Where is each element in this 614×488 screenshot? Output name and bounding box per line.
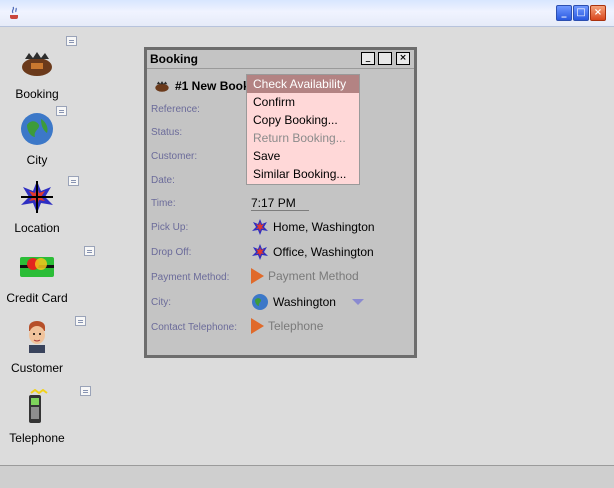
pickup-label: Pick Up: bbox=[151, 222, 189, 233]
booking-icon bbox=[22, 52, 52, 76]
payment-method-value: Payment Method bbox=[268, 269, 359, 283]
launcher-label: City bbox=[26, 153, 48, 167]
menu-item-return-booking: Return Booking... bbox=[253, 131, 346, 145]
menu-item-similar-booking[interactable]: Similar Booking... bbox=[247, 165, 359, 183]
location-icon bbox=[252, 244, 268, 260]
reference-label: Reference: bbox=[151, 104, 200, 115]
payment-method-field[interactable]: Payment Method bbox=[251, 268, 359, 284]
document-icon bbox=[80, 386, 91, 396]
document-icon bbox=[75, 316, 86, 326]
city-value: Washington bbox=[273, 295, 336, 309]
launcher-customer[interactable]: Customer bbox=[4, 319, 94, 375]
launcher-label: Credit Card bbox=[6, 291, 68, 305]
chevron-down-icon[interactable] bbox=[351, 299, 364, 305]
time-label: Time: bbox=[151, 198, 176, 209]
launcher-label: Booking bbox=[15, 87, 59, 101]
location-icon bbox=[252, 219, 268, 235]
launcher-location[interactable]: Location bbox=[4, 179, 94, 235]
maximize-button[interactable]: □ bbox=[573, 5, 589, 21]
minimize-button[interactable]: _ bbox=[556, 5, 572, 21]
document-icon bbox=[66, 36, 77, 46]
frame-minimize-button[interactable]: _ bbox=[361, 52, 375, 65]
window-titlebar[interactable]: _ □ × bbox=[0, 0, 614, 27]
close-button[interactable]: × bbox=[590, 5, 606, 21]
dropoff-label: Drop Off: bbox=[151, 247, 192, 258]
globe-icon bbox=[252, 294, 268, 310]
pickup-value: Home, Washington bbox=[273, 220, 375, 234]
pickup-field[interactable]: Home, Washington bbox=[251, 218, 375, 236]
city-field[interactable]: Washington bbox=[251, 293, 364, 311]
status-label: Status: bbox=[151, 127, 183, 138]
frame-close-button[interactable]: × bbox=[396, 52, 410, 65]
time-value: 7:17 PM bbox=[251, 196, 296, 210]
dropoff-field[interactable]: Office, Washington bbox=[251, 243, 374, 261]
contact-telephone-label: Contact Telephone: bbox=[151, 322, 237, 333]
booking-frame-titlebar[interactable]: Booking _ × bbox=[147, 50, 414, 69]
launcher-booking[interactable]: Booking bbox=[4, 45, 94, 101]
location-icon bbox=[21, 181, 53, 213]
telephone-icon bbox=[29, 389, 48, 423]
document-icon bbox=[68, 176, 79, 186]
booking-icon bbox=[155, 81, 169, 92]
date-label: Date: bbox=[151, 175, 175, 186]
launcher-city[interactable]: City bbox=[4, 111, 94, 167]
frame-maximize-button[interactable] bbox=[378, 52, 392, 65]
status-bar bbox=[0, 465, 614, 488]
launcher-label: Customer bbox=[10, 361, 63, 375]
menu-item-confirm[interactable]: Confirm bbox=[247, 93, 359, 111]
customer-icon bbox=[29, 321, 45, 353]
contact-telephone-value: Telephone bbox=[268, 319, 324, 333]
launcher-label: Location bbox=[14, 221, 60, 235]
launcher-label: Telephone bbox=[9, 431, 65, 445]
booking-popup-menu[interactable]: Check Availability Confirm Copy Booking.… bbox=[246, 74, 360, 185]
dropoff-value: Office, Washington bbox=[273, 245, 374, 259]
arrow-right-icon bbox=[251, 318, 264, 334]
contact-telephone-field[interactable]: Telephone bbox=[251, 318, 323, 334]
globe-icon bbox=[21, 113, 53, 145]
menu-item-check-availability[interactable]: Check Availability bbox=[247, 75, 359, 93]
menu-item-copy-booking[interactable]: Copy Booking... bbox=[247, 111, 359, 129]
city-label: City: bbox=[151, 297, 171, 308]
credit-card-icon bbox=[20, 257, 54, 277]
payment-method-label: Payment Method: bbox=[151, 272, 230, 283]
launcher-telephone[interactable]: Telephone bbox=[4, 389, 94, 445]
java-icon bbox=[10, 6, 18, 19]
booking-frame-title: Booking bbox=[150, 52, 198, 66]
customer-label: Customer: bbox=[151, 151, 198, 162]
arrow-right-icon bbox=[251, 268, 264, 284]
time-field[interactable]: 7:17 PM bbox=[251, 196, 309, 211]
menu-item-save[interactable]: Save bbox=[247, 147, 359, 165]
launcher-credit-card[interactable]: Credit Card bbox=[4, 249, 94, 305]
document-icon bbox=[84, 246, 95, 256]
document-icon bbox=[56, 106, 67, 116]
